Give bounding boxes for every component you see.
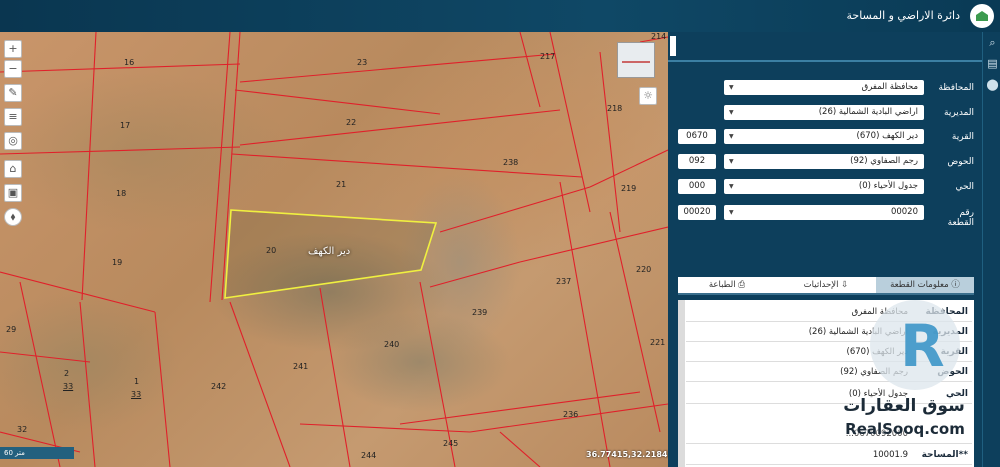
- parcel-number: 33: [63, 382, 74, 391]
- ruler-icon[interactable]: ≡: [4, 108, 22, 126]
- parcel-number: 242: [211, 382, 227, 391]
- layers-icon[interactable]: ▤: [986, 57, 999, 70]
- parcel-number: 32: [17, 425, 28, 434]
- form-row-parcel-number: رقم القطعة ▼ 00020 00020: [668, 205, 982, 228]
- governorate-select[interactable]: ▼ محافظة المفرق: [724, 80, 924, 95]
- parcel-number: 20: [266, 246, 277, 255]
- parcel-number: 221: [650, 338, 666, 347]
- parcel-number: 237: [556, 277, 572, 286]
- logo-icon: [970, 4, 994, 28]
- parcel-number: 18: [116, 189, 127, 198]
- side-panel: المحافظة ▼ محافظة المفرق المديرية ▼ اراضي …: [668, 32, 982, 467]
- field-label: القرية: [951, 132, 974, 142]
- dropdown-caret-icon: ▼: [729, 209, 734, 216]
- field-label: الحوض: [947, 157, 974, 167]
- parcel-code-input[interactable]: 00020: [678, 205, 716, 220]
- panel-grip-handle[interactable]: [670, 36, 676, 56]
- district-code-input[interactable]: 000: [678, 179, 716, 194]
- parcel-number: 219: [621, 184, 637, 193]
- dropdown-caret-icon: ▼: [729, 158, 734, 165]
- image-icon[interactable]: ▣: [4, 184, 22, 202]
- table-row: الحي جدول الأحياء (0): [686, 384, 972, 404]
- field-label: المحافظة: [938, 83, 974, 93]
- directorate-select[interactable]: ▼ اراضي البادية الشمالية (26): [724, 105, 924, 120]
- basin-code-input[interactable]: 092: [678, 154, 716, 169]
- parcel-info-table: المحافظة محافظة المفرق المديرية اراضي البا…: [678, 300, 974, 467]
- zoom-out-icon[interactable]: −: [4, 60, 22, 78]
- village-select[interactable]: ▼ دير الكهف (670): [724, 129, 924, 144]
- parcel-number: 33: [131, 390, 142, 399]
- pencil-icon[interactable]: ✎: [4, 84, 22, 102]
- parcel-number: 218: [607, 104, 623, 113]
- app-header: دائرة الاراضي و المساحة: [0, 0, 1000, 32]
- field-label: المديرية: [944, 108, 974, 118]
- parcel-number: 1: [134, 377, 140, 386]
- home-icon[interactable]: ⌂: [4, 160, 22, 178]
- parcel-number: 22: [346, 118, 357, 127]
- map-view[interactable]: 16 23 214 217 17 22 218 238 18 21 219 20…: [0, 32, 668, 467]
- parcel-number: 241: [293, 362, 309, 371]
- tab-print[interactable]: ⎙ الطباعة: [678, 277, 776, 293]
- right-icon-rail: ⌕ ▤ ⬤: [982, 32, 1000, 467]
- parcel-number: 214: [651, 32, 667, 41]
- dropdown-caret-icon: ▼: [729, 84, 734, 91]
- dropdown-caret-icon: ▼: [729, 109, 734, 116]
- parcel-number: 29: [6, 325, 17, 334]
- dropdown-caret-icon: ▼: [729, 133, 734, 140]
- parcel-number: 17: [120, 121, 131, 130]
- parcel-number: 19: [112, 258, 123, 267]
- app-title: دائرة الاراضي و المساحة: [846, 9, 961, 22]
- parcel-number: 23: [357, 58, 368, 67]
- form-row-district: الحي ▼ جدول الأحياء (0) 000: [668, 179, 982, 197]
- form-row-directorate: المديرية ▼ اراضي البادية الشمالية (26): [668, 105, 982, 123]
- form-row-governorate: المحافظة ▼ محافظة المفرق: [668, 80, 982, 98]
- parcel-number: 245: [443, 439, 459, 448]
- target-icon[interactable]: ◎: [4, 132, 22, 150]
- parcel-number: 244: [361, 451, 377, 460]
- parcel-number-select[interactable]: ▼ 00020: [724, 205, 924, 220]
- parcel-number: 217: [540, 52, 556, 61]
- scrollbar[interactable]: [678, 300, 685, 467]
- district-select[interactable]: ▼ جدول الأحياء (0): [724, 179, 924, 194]
- field-label: رقم القطعة: [947, 208, 974, 228]
- dropdown-caret-icon: ▼: [729, 183, 734, 190]
- selected-parcel-label: دير الكهف: [308, 246, 351, 257]
- parcel-number: 236: [563, 410, 579, 419]
- parcel-number: 2: [64, 369, 70, 378]
- search-icon[interactable]: ⌕: [986, 36, 999, 49]
- sun-icon[interactable]: ☼: [639, 87, 657, 105]
- overview-minimap[interactable]: [617, 42, 655, 78]
- compass-icon[interactable]: ⬧: [4, 208, 22, 226]
- tab-coordinates[interactable]: ⇩ الإحداثيات: [777, 277, 875, 293]
- form-row-basin: الحوض ▼ رجم الصفاوي (92) 092: [668, 154, 982, 172]
- table-row: المديرية اراضي البادية الشمالية (26): [686, 322, 972, 342]
- field-label: الحي: [955, 182, 974, 192]
- parcel-number: 16: [124, 58, 135, 67]
- table-row: **المساحة 10001.9: [686, 445, 972, 465]
- parcel-number: 240: [384, 340, 400, 349]
- zoom-in-icon[interactable]: +: [4, 40, 22, 58]
- panel-topbar: [668, 32, 982, 62]
- parcel-number: 21: [336, 180, 347, 189]
- basin-select[interactable]: ▼ رجم الصفاوي (92): [724, 154, 924, 169]
- parcel-number: 239: [472, 308, 488, 317]
- coordinates-readout: 36.77415,32.21842: [586, 450, 668, 459]
- table-row: القرية دير الكهف (670): [686, 342, 972, 362]
- parcel-number: 220: [636, 265, 652, 274]
- location-pin-icon[interactable]: ⬤: [986, 78, 999, 91]
- form-row-village: القرية ▼ دير الكهف (670) 0670: [668, 129, 982, 147]
- panel-tabs: ⓘ معلومات القطعة ⇩ الإحداثيات ⎙ الطباعة: [678, 277, 974, 295]
- tab-parcel-info[interactable]: ⓘ معلومات القطعة: [876, 277, 974, 293]
- table-row: المحافظة محافظة المفرق: [686, 302, 972, 322]
- village-code-input[interactable]: 0670: [678, 129, 716, 144]
- table-row: الحوض رجم الصفاوي (92): [686, 362, 972, 382]
- scale-bar: 60 متر: [0, 447, 74, 459]
- table-row: 0670092000...: [686, 424, 972, 444]
- parcel-number: 238: [503, 158, 519, 167]
